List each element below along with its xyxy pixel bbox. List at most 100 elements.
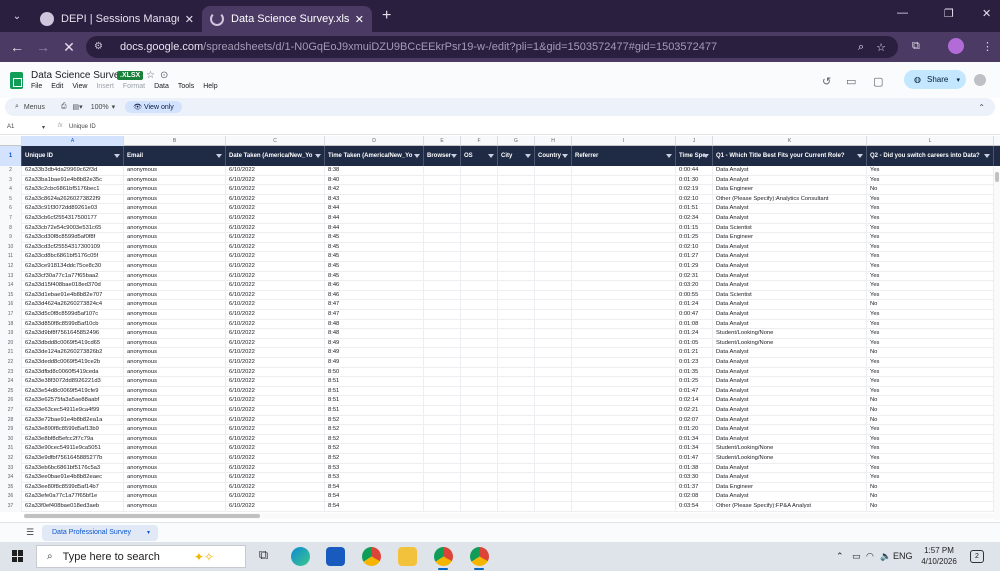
cell[interactable]: 0:02:14	[676, 396, 713, 406]
cell[interactable]	[498, 454, 535, 464]
cell[interactable]: anonymous	[124, 434, 226, 445]
cell[interactable]: 0:01:34	[676, 444, 713, 454]
cell[interactable]: anonymous	[124, 223, 226, 234]
cell[interactable]	[461, 290, 498, 301]
menu-insert[interactable]: Insert	[96, 83, 114, 90]
cell[interactable]: Yes	[867, 329, 994, 339]
cell[interactable]	[572, 434, 676, 445]
edge-icon[interactable]	[291, 547, 310, 566]
row-number[interactable]: 25	[0, 386, 22, 397]
cell[interactable]: 0:01:05	[676, 338, 713, 349]
cell[interactable]: anonymous	[124, 329, 226, 339]
cell[interactable]	[535, 492, 572, 502]
cell[interactable]	[572, 175, 676, 186]
cell[interactable]: 6/10/2022	[226, 310, 325, 320]
chevron-up-icon[interactable]: ⌃	[978, 103, 985, 112]
row-number[interactable]: 14	[0, 281, 22, 291]
cell[interactable]: anonymous	[124, 396, 226, 406]
cell[interactable]: 6/10/2022	[226, 329, 325, 339]
cell[interactable]: 8:50	[325, 367, 424, 378]
cell[interactable]: anonymous	[124, 415, 226, 426]
scroll-thumb[interactable]	[995, 172, 999, 182]
cell[interactable]	[461, 473, 498, 483]
cell[interactable]	[572, 348, 676, 358]
cell[interactable]: 6/10/2022	[226, 214, 325, 224]
cell[interactable]: 0:01:24	[676, 329, 713, 339]
cell[interactable]: 62a33cb72e54c9003e531c65	[22, 223, 124, 234]
row-number[interactable]: 33	[0, 463, 22, 474]
row-number[interactable]: 17	[0, 310, 22, 320]
cell[interactable]	[424, 377, 461, 387]
cell[interactable]	[535, 204, 572, 214]
cell[interactable]: 8:51	[325, 396, 424, 406]
cell[interactable]: 62a33cd3cf25554317300109	[22, 242, 124, 253]
cell[interactable]: Data Engineer	[713, 482, 867, 493]
cell[interactable]	[572, 223, 676, 234]
cell[interactable]: 0:00:55	[676, 290, 713, 301]
cell[interactable]: anonymous	[124, 233, 226, 243]
cell[interactable]	[572, 358, 676, 368]
cell[interactable]: 6/10/2022	[226, 434, 325, 445]
site-settings-icon[interactable]: ⚙	[94, 41, 108, 53]
cell[interactable]: Data Analyst	[713, 252, 867, 262]
cell[interactable]: anonymous	[124, 425, 226, 435]
cell[interactable]: 62a33e8bf8d5efcc2f7c79a	[22, 434, 124, 445]
row-number[interactable]: 1	[0, 146, 22, 166]
cell[interactable]: 62a33dbdd8c0069f5419cd65	[22, 338, 124, 349]
cell[interactable]	[498, 214, 535, 224]
cell[interactable]: anonymous	[124, 492, 226, 502]
column-header-cell[interactable]: Time Taken (America/New_Yo	[325, 146, 424, 166]
cell[interactable]	[498, 204, 535, 214]
cell[interactable]	[535, 348, 572, 358]
cell[interactable]	[461, 434, 498, 445]
row-number[interactable]: 11	[0, 252, 22, 262]
cell[interactable]: 0:01:47	[676, 386, 713, 397]
back-arrow-icon[interactable]: ←	[4, 39, 30, 55]
cell[interactable]	[461, 300, 498, 310]
comments-icon[interactable]: ▭	[846, 75, 856, 88]
cell[interactable]	[535, 425, 572, 435]
cell[interactable]	[498, 463, 535, 474]
cell[interactable]: 0:02:34	[676, 214, 713, 224]
cell[interactable]	[572, 377, 676, 387]
cell[interactable]: Yes	[867, 473, 994, 483]
cell[interactable]: 0:02:08	[676, 492, 713, 502]
cell[interactable]	[535, 166, 572, 176]
cell[interactable]	[498, 329, 535, 339]
name-box[interactable]: A1	[7, 124, 14, 130]
cell[interactable]: Yes	[867, 233, 994, 243]
cell[interactable]: 6/10/2022	[226, 233, 325, 243]
cell[interactable]: 62a33eb6bc6861bf5176c5a3	[22, 463, 124, 474]
cell[interactable]: anonymous	[124, 300, 226, 310]
cell[interactable]: 0:01:20	[676, 425, 713, 435]
menu-file[interactable]: File	[31, 83, 42, 90]
cell[interactable]: anonymous	[124, 377, 226, 387]
cell[interactable]: 8:45	[325, 242, 424, 253]
cell[interactable]	[498, 252, 535, 262]
cell[interactable]: 6/10/2022	[226, 444, 325, 454]
windows-start-icon[interactable]	[12, 550, 24, 562]
cell[interactable]: Data Analyst	[713, 310, 867, 320]
cell[interactable]	[535, 233, 572, 243]
forward-arrow-icon[interactable]: →	[30, 39, 56, 55]
cell[interactable]: 0:02:31	[676, 271, 713, 282]
row-number[interactable]: 10	[0, 242, 22, 253]
cell[interactable]: 0:02:10	[676, 242, 713, 253]
cell[interactable]	[572, 300, 676, 310]
row-number[interactable]: 23	[0, 367, 22, 378]
column-header-cell[interactable]: Date Taken (America/New_Yo	[226, 146, 325, 166]
cell[interactable]: 6/10/2022	[226, 454, 325, 464]
cell[interactable]: Yes	[867, 271, 994, 282]
cell[interactable]	[461, 281, 498, 291]
horizontal-scrollbar[interactable]	[24, 513, 994, 519]
cell[interactable]	[461, 348, 498, 358]
cell[interactable]: 0:01:47	[676, 454, 713, 464]
paint-format-icon[interactable]: ▤▾	[73, 103, 83, 111]
cell[interactable]: 0:01:27	[676, 252, 713, 262]
cell[interactable]: 62a33ce918134ddc75ce8c30	[22, 262, 124, 272]
cell[interactable]: 8:44	[325, 223, 424, 234]
close-tab-icon[interactable]: ✕	[185, 13, 194, 26]
cell[interactable]: 0:01:29	[676, 262, 713, 272]
file-explorer-icon[interactable]	[398, 547, 417, 566]
row-number[interactable]: 7	[0, 214, 22, 224]
